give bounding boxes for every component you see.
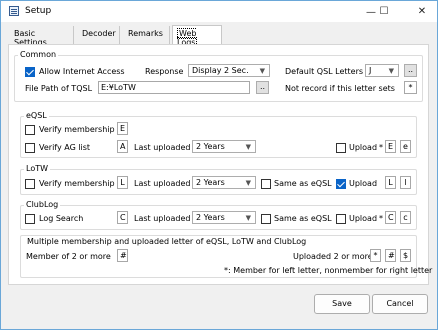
browse-button[interactable]: ..: [256, 81, 269, 94]
chevron-down-icon: ▼: [245, 143, 251, 151]
eqsl-upload-letter-1[interactable]: E: [385, 140, 396, 153]
default-qsl-value: J: [369, 66, 372, 75]
clublog-last-uploaded-select[interactable]: 2 Years ▼: [192, 211, 256, 224]
clublog-same-as-eqsl-label: Same as eQSL: [274, 214, 332, 223]
clublog-log-search-label: Log Search: [39, 214, 84, 223]
lotw-upload-letter-2[interactable]: l: [400, 176, 411, 189]
clublog-upload-label: Upload: [349, 214, 378, 223]
clublog-same-as-eqsl-checkbox[interactable]: [261, 214, 271, 224]
eqsl-last-uploaded-select[interactable]: 2 Years ▼: [192, 140, 256, 153]
cancel-button[interactable]: Cancel: [372, 294, 428, 314]
uploaded-star-input[interactable]: *: [370, 249, 381, 262]
not-record-input[interactable]: *: [404, 81, 417, 94]
eqsl-upload-star: *: [379, 143, 383, 152]
window-title: Setup: [25, 6, 52, 16]
eqsl-verify-membership-checkbox[interactable]: [25, 125, 35, 135]
multi-label: Multiple membership and uploaded letter …: [26, 237, 308, 246]
tab-web-logs[interactable]: Web Logs: [172, 25, 222, 48]
chevron-down-icon: ▼: [245, 179, 251, 187]
lotw-same-as-eqsl-label: Same as eQSL: [274, 179, 332, 188]
app-icon: [9, 6, 19, 16]
response-label: Response: [145, 67, 184, 76]
common-label: Common: [18, 50, 59, 59]
eqsl-membership-letter[interactable]: E: [117, 122, 128, 135]
file-path-input[interactable]: E:¥LoTW: [98, 81, 250, 94]
eqsl-verify-ag-label: Verify AG list: [39, 143, 91, 152]
tab-decoder[interactable]: Decoder: [78, 26, 120, 44]
eqsl-last-uploaded-label: Last uploaded: [134, 143, 191, 152]
member-2-or-more-input[interactable]: #: [117, 249, 128, 262]
default-qsl-label: Default QSL Letters: [285, 67, 364, 76]
tab-remarks[interactable]: Remarks: [124, 26, 170, 44]
lotw-last-uploaded-select[interactable]: 2 Years ▼: [192, 176, 256, 189]
close-icon[interactable]: ✕: [400, 0, 438, 22]
lotw-label: LoTW: [24, 164, 51, 173]
clublog-search-letter[interactable]: C: [117, 211, 128, 224]
tab-basic-settings[interactable]: Basic Settings: [10, 26, 74, 47]
lotw-last-uploaded-label: Last uploaded: [134, 179, 191, 188]
common-group: [14, 55, 423, 102]
eqsl-upload-letter-2[interactable]: e: [400, 140, 411, 153]
uploaded-dollar-input[interactable]: $: [400, 249, 411, 262]
clublog-upload-star: *: [379, 214, 383, 223]
allow-internet-label: Allow Internet Access: [39, 67, 125, 76]
uploaded-hash-input[interactable]: #: [385, 249, 396, 262]
eqsl-ag-letter[interactable]: A: [117, 140, 128, 153]
lotw-membership-letter[interactable]: L: [117, 176, 128, 189]
lotw-verify-membership-label: Verify membership: [39, 179, 115, 188]
uploaded-2-or-more-label: Uploaded 2 or more: [293, 252, 373, 261]
allow-internet-checkbox[interactable]: [25, 67, 35, 77]
clublog-last-uploaded-label: Last uploaded: [134, 214, 191, 223]
eqsl-label: eQSL: [24, 111, 49, 120]
save-button[interactable]: Save: [314, 294, 370, 314]
default-qsl-more-button[interactable]: ..: [404, 64, 417, 77]
file-path-label: File Path of TQSL: [25, 84, 93, 93]
clublog-upload-letter-1[interactable]: C: [385, 211, 396, 224]
chevron-down-icon: ▼: [388, 67, 394, 75]
eqsl-last-uploaded-value: 2 Years: [196, 142, 225, 151]
lotw-same-as-eqsl-checkbox[interactable]: [261, 179, 271, 189]
not-record-label: Not record if this letter sets: [285, 84, 395, 93]
eqsl-upload-label: Upload: [349, 143, 378, 152]
lotw-verify-membership-checkbox[interactable]: [25, 179, 35, 189]
response-value: Display 2 Sec.: [192, 66, 249, 75]
multi-note: *: Member for left letter, nonmember for…: [224, 266, 433, 275]
lotw-upload-letter-1[interactable]: L: [385, 176, 396, 189]
response-select[interactable]: Display 2 Sec. ▼: [188, 64, 270, 77]
eqsl-verify-membership-label: Verify membership: [39, 125, 115, 134]
clublog-last-uploaded-value: 2 Years: [196, 213, 225, 222]
lotw-upload-checkbox[interactable]: [336, 179, 346, 189]
clublog-log-search-checkbox[interactable]: [25, 214, 35, 224]
clublog-upload-checkbox[interactable]: [336, 214, 346, 224]
default-qsl-select[interactable]: J ▼: [365, 64, 399, 77]
chevron-down-icon: ▼: [259, 67, 265, 75]
clublog-label: ClubLog: [24, 200, 61, 209]
eqsl-upload-checkbox[interactable]: [336, 143, 346, 153]
lotw-upload-label: Upload: [349, 179, 378, 188]
lotw-last-uploaded-value: 2 Years: [196, 178, 225, 187]
clublog-upload-letter-2[interactable]: c: [400, 211, 411, 224]
eqsl-verify-ag-checkbox[interactable]: [25, 143, 35, 153]
member-2-or-more-label: Member of 2 or more: [26, 252, 111, 261]
chevron-down-icon: ▼: [245, 214, 251, 222]
